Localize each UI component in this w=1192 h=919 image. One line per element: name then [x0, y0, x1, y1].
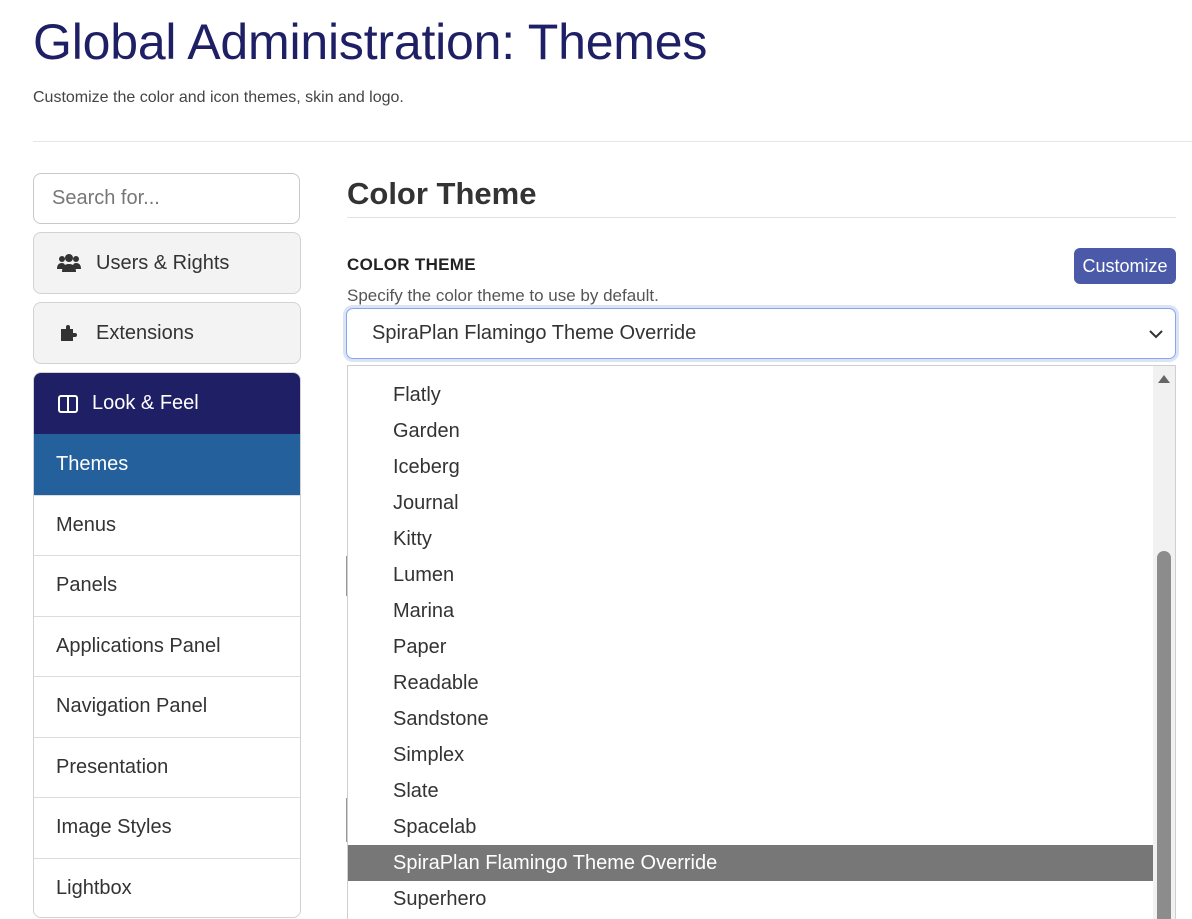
sidebar-item-image-styles[interactable]: Image Styles [34, 797, 300, 858]
sidebar-item-navigation-panel[interactable]: Navigation Panel [34, 676, 300, 737]
sidebar-item-themes[interactable]: Themes [34, 434, 300, 495]
sidebar-item-label: Users & Rights [96, 251, 230, 274]
page-subtitle: Customize the color and icon themes, ski… [33, 89, 404, 106]
option-superhero[interactable]: Superhero [348, 881, 1154, 917]
option-simplex[interactable]: Simplex [348, 737, 1154, 773]
customize-button[interactable]: Customize [1074, 248, 1176, 284]
option-sandstone[interactable]: Sandstone [348, 701, 1154, 737]
option-lumen[interactable]: Lumen [348, 557, 1154, 593]
field-help-text: Specify the color theme to use by defaul… [347, 286, 659, 305]
chevron-down-icon [1147, 325, 1165, 343]
sidebar-item-lightbox[interactable]: Lightbox [34, 857, 300, 918]
option-flatly[interactable]: Flatly [348, 377, 1154, 413]
search-input[interactable] [33, 173, 300, 224]
sidebar-group-label: Look & Feel [92, 392, 199, 414]
sidebar-item-applications-panel[interactable]: Applications Panel [34, 615, 300, 677]
header-divider [33, 141, 1192, 142]
users-icon [56, 252, 82, 274]
color-theme-select[interactable]: SpiraPlan Flamingo Theme Override [346, 308, 1176, 359]
sidebar-item-panels[interactable]: Panels [34, 555, 300, 616]
option-marina[interactable]: Marina [348, 593, 1154, 629]
field-label: COLOR THEME [347, 255, 476, 274]
section-divider [347, 217, 1176, 218]
page-title: Global Administration: Themes [33, 14, 708, 70]
sidebar-group-header[interactable]: Look & Feel [34, 373, 300, 434]
dropdown-scrollbar[interactable] [1153, 366, 1175, 919]
scroll-up-arrow-icon[interactable] [1158, 375, 1170, 383]
select-value: SpiraPlan Flamingo Theme Override [372, 322, 697, 344]
option-iceberg[interactable]: Iceberg [348, 449, 1154, 485]
columns-icon [56, 393, 80, 415]
sidebar-item-users-rights[interactable]: Users & Rights [33, 232, 301, 294]
scrollbar-thumb[interactable] [1157, 551, 1171, 919]
sidebar-item-extensions[interactable]: Extensions [33, 302, 301, 364]
option-garden[interactable]: Garden [348, 413, 1154, 449]
sidebar-item-menus[interactable]: Menus [34, 494, 300, 556]
sidebar-item-presentation[interactable]: Presentation [34, 736, 300, 798]
sidebar-item-label: Extensions [96, 321, 194, 344]
option-readable[interactable]: Readable [348, 665, 1154, 701]
option-spiraplan-flamingo[interactable]: SpiraPlan Flamingo Theme Override [348, 845, 1154, 881]
option-slate[interactable]: Slate [348, 773, 1154, 809]
option-journal[interactable]: Journal [348, 485, 1154, 521]
sidebar-group-look-feel: Look & Feel Themes Menus Panels Applicat… [33, 372, 301, 918]
puzzle-icon [56, 322, 82, 344]
color-theme-dropdown-list[interactable]: Flatly Garden Iceberg Journal Kitty Lume… [347, 365, 1176, 919]
option-spacelab[interactable]: Spacelab [348, 809, 1154, 845]
option-paper[interactable]: Paper [348, 629, 1154, 665]
section-title: Color Theme [347, 176, 537, 211]
option-kitty[interactable]: Kitty [348, 521, 1154, 557]
